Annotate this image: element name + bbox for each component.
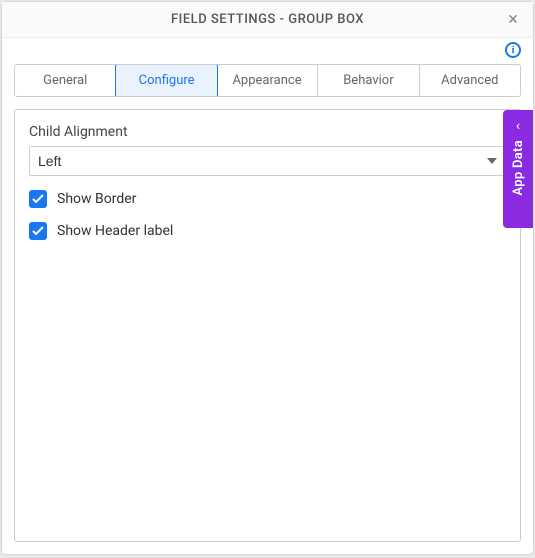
- show-border-row: Show Border: [29, 190, 506, 208]
- tab-behavior[interactable]: Behavior: [318, 65, 419, 96]
- configure-content: Child Alignment Left Show Border Show He…: [14, 109, 521, 542]
- tab-advanced[interactable]: Advanced: [420, 65, 520, 96]
- close-button[interactable]: ×: [503, 10, 523, 30]
- check-icon: [32, 225, 44, 237]
- show-border-checkbox[interactable]: [29, 190, 47, 208]
- check-icon: [32, 193, 44, 205]
- chevron-left-icon: ‹: [516, 118, 520, 134]
- show-border-label: Show Border: [57, 191, 136, 207]
- tab-configure[interactable]: Configure: [115, 64, 217, 97]
- show-header-row: Show Header label: [29, 222, 506, 240]
- child-alignment-select[interactable]: Left: [29, 146, 506, 176]
- panel-title: FIELD SETTINGS - GROUP BOX: [171, 12, 364, 27]
- close-icon: ×: [508, 9, 518, 30]
- show-header-checkbox[interactable]: [29, 222, 47, 240]
- field-settings-panel: FIELD SETTINGS - GROUP BOX × i General C…: [2, 2, 533, 554]
- info-icon[interactable]: i: [505, 42, 521, 58]
- tab-appearance[interactable]: Appearance: [217, 65, 318, 96]
- app-data-side-tab[interactable]: ‹ App Data: [503, 110, 533, 228]
- show-header-label: Show Header label: [57, 223, 173, 239]
- child-alignment-label: Child Alignment: [29, 124, 506, 140]
- tab-general[interactable]: General: [15, 65, 116, 96]
- app-data-label: App Data: [511, 140, 526, 196]
- panel-header: FIELD SETTINGS - GROUP BOX ×: [2, 2, 533, 38]
- tab-bar: General Configure Appearance Behavior Ad…: [14, 64, 521, 97]
- info-row: i: [2, 38, 533, 58]
